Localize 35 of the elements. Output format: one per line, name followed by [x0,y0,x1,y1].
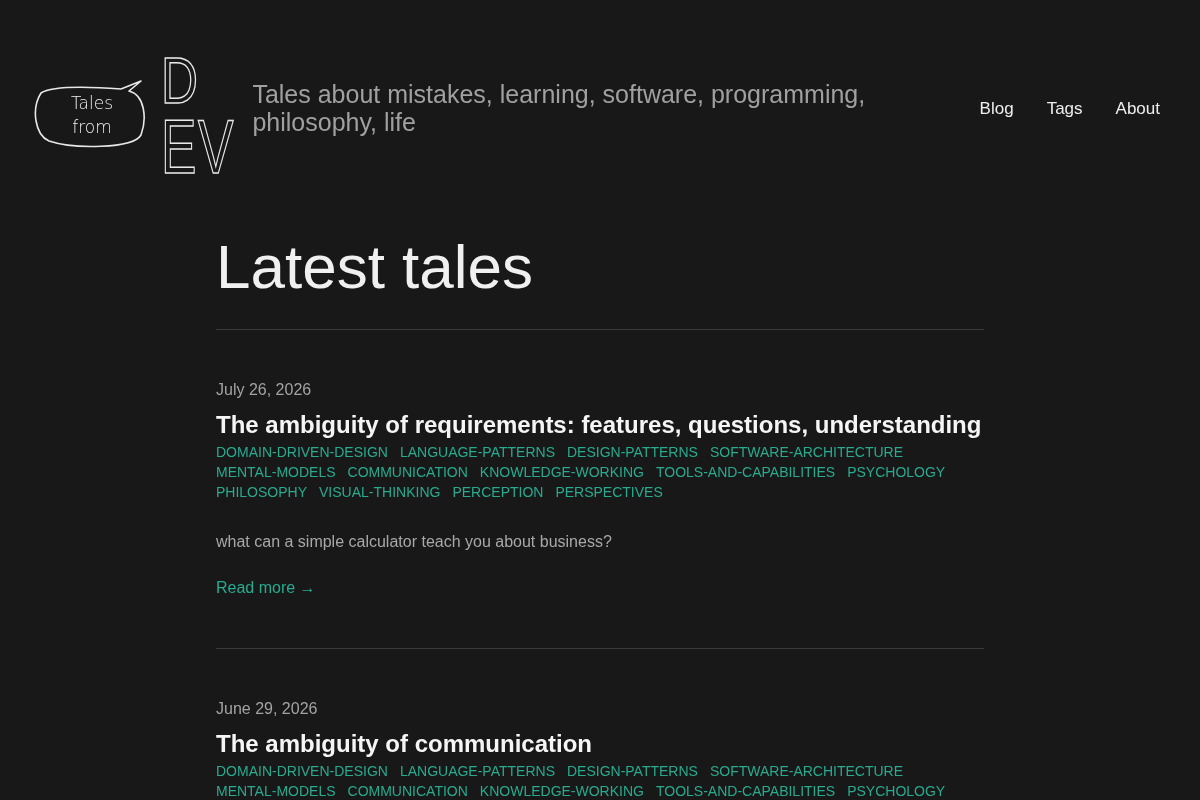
tag-link[interactable]: MENTAL-MODELS [216,781,336,800]
tag-link[interactable]: DOMAIN-DRIVEN-DESIGN [216,761,388,781]
post-date: June 29, 2026 [216,699,318,719]
tag-link[interactable]: DOMAIN-DRIVEN-DESIGN [216,442,388,462]
post-title[interactable]: The ambiguity of requirements: features, questions, understanding [216,409,982,441]
nav-link[interactable]: Blog [979,98,1014,120]
tag-link[interactable]: VISUAL-THINKING [319,482,441,502]
tag-link[interactable]: PERCEPTION [452,482,544,502]
logo-letter: V [197,109,234,185]
nav-link[interactable]: About [1115,98,1160,120]
read-more-link[interactable]: Read more → [216,576,316,600]
tag-link[interactable]: TOOLS-AND-CAPABILITIES [655,781,836,800]
tag-link[interactable]: LANGUAGE-PATTERNS [399,761,555,781]
tag-link[interactable]: LANGUAGE-PATTERNS [399,442,555,462]
tag-link[interactable]: KNOWLEDGE-WORKING [479,781,644,800]
post-summary: what can a simple calculator teach you about business? [216,532,612,552]
page-heading: Latest tales [216,231,534,303]
post-title[interactable]: The ambiguity of communication [216,728,593,760]
tag-link[interactable]: KNOWLEDGE-WORKING [479,462,644,482]
nav-link[interactable]: Tags [1046,98,1083,120]
tag-link[interactable]: SOFTWARE-ARCHITECTURE [709,442,904,462]
tag-link[interactable]: PSYCHOLOGY [847,781,946,800]
tag-link[interactable]: PERSPECTIVES [555,482,663,502]
tag-link[interactable]: PSYCHOLOGY [847,462,946,482]
tag-link[interactable]: DESIGN-PATTERNS [566,761,698,781]
tag-link[interactable]: COMMUNICATION [347,462,468,482]
tag-link[interactable]: TOOLS-AND-CAPABILITIES [655,462,836,482]
site-tagline: Tales about mistakes, learning, software, programming, philosophy, life [252,80,867,136]
tag-link[interactable]: PHILOSOPHY [216,482,308,502]
tag-link[interactable]: SOFTWARE-ARCHITECTURE [709,761,904,781]
logo-text: Tales from [70,92,114,139]
tag-link[interactable]: MENTAL-MODELS [216,462,336,482]
tag-link[interactable]: DESIGN-PATTERNS [566,442,698,462]
tag-link[interactable]: COMMUNICATION [347,781,468,800]
post-date: July 26, 2026 [216,380,312,400]
